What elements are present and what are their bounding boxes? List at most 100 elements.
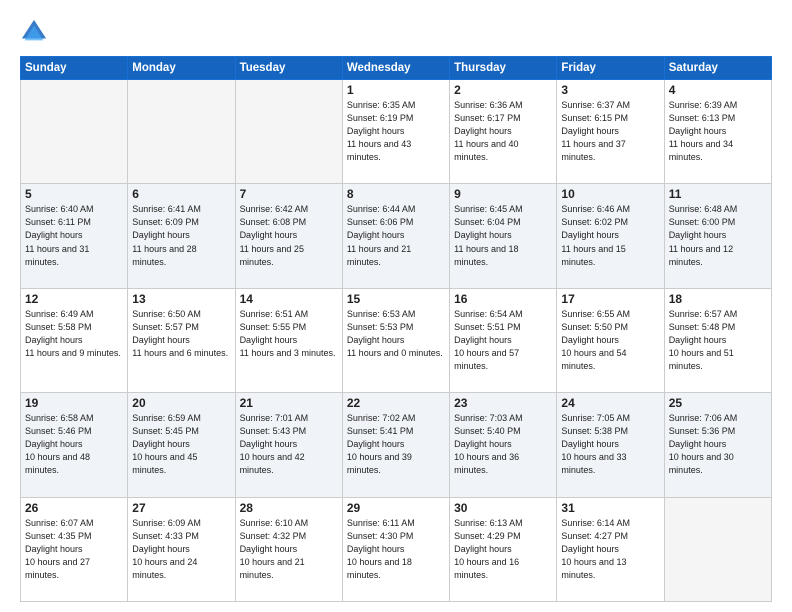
- day-info: Sunrise: 6:57 AM Sunset: 5:48 PM Dayligh…: [669, 308, 767, 373]
- col-friday: Friday: [557, 57, 664, 80]
- table-row: 13 Sunrise: 6:50 AM Sunset: 5:57 PM Dayl…: [128, 288, 235, 392]
- day-info: Sunrise: 6:39 AM Sunset: 6:13 PM Dayligh…: [669, 99, 767, 164]
- day-number: 21: [240, 396, 338, 410]
- day-info: Sunrise: 6:50 AM Sunset: 5:57 PM Dayligh…: [132, 308, 230, 360]
- day-number: 24: [561, 396, 659, 410]
- table-row: 31 Sunrise: 6:14 AM Sunset: 4:27 PM Dayl…: [557, 497, 664, 601]
- col-monday: Monday: [128, 57, 235, 80]
- day-info: Sunrise: 6:59 AM Sunset: 5:45 PM Dayligh…: [132, 412, 230, 477]
- day-info: Sunrise: 6:45 AM Sunset: 6:04 PM Dayligh…: [454, 203, 552, 268]
- table-row: 15 Sunrise: 6:53 AM Sunset: 5:53 PM Dayl…: [342, 288, 449, 392]
- day-number: 29: [347, 501, 445, 515]
- table-row: [128, 80, 235, 184]
- day-number: 4: [669, 83, 767, 97]
- col-wednesday: Wednesday: [342, 57, 449, 80]
- day-info: Sunrise: 6:07 AM Sunset: 4:35 PM Dayligh…: [25, 517, 123, 582]
- table-row: 17 Sunrise: 6:55 AM Sunset: 5:50 PM Dayl…: [557, 288, 664, 392]
- day-number: 28: [240, 501, 338, 515]
- calendar-table: Sunday Monday Tuesday Wednesday Thursday…: [20, 56, 772, 602]
- col-tuesday: Tuesday: [235, 57, 342, 80]
- day-info: Sunrise: 6:37 AM Sunset: 6:15 PM Dayligh…: [561, 99, 659, 164]
- table-row: 11 Sunrise: 6:48 AM Sunset: 6:00 PM Dayl…: [664, 184, 771, 288]
- col-sunday: Sunday: [21, 57, 128, 80]
- day-number: 23: [454, 396, 552, 410]
- day-number: 3: [561, 83, 659, 97]
- table-row: 6 Sunrise: 6:41 AM Sunset: 6:09 PM Dayli…: [128, 184, 235, 288]
- table-row: 18 Sunrise: 6:57 AM Sunset: 5:48 PM Dayl…: [664, 288, 771, 392]
- day-info: Sunrise: 7:06 AM Sunset: 5:36 PM Dayligh…: [669, 412, 767, 477]
- table-row: 27 Sunrise: 6:09 AM Sunset: 4:33 PM Dayl…: [128, 497, 235, 601]
- day-info: Sunrise: 6:10 AM Sunset: 4:32 PM Dayligh…: [240, 517, 338, 582]
- calendar-week-row: 19 Sunrise: 6:58 AM Sunset: 5:46 PM Dayl…: [21, 393, 772, 497]
- calendar-week-row: 26 Sunrise: 6:07 AM Sunset: 4:35 PM Dayl…: [21, 497, 772, 601]
- day-number: 31: [561, 501, 659, 515]
- col-thursday: Thursday: [450, 57, 557, 80]
- table-row: 7 Sunrise: 6:42 AM Sunset: 6:08 PM Dayli…: [235, 184, 342, 288]
- logo: [20, 18, 52, 46]
- day-number: 6: [132, 187, 230, 201]
- table-row: 16 Sunrise: 6:54 AM Sunset: 5:51 PM Dayl…: [450, 288, 557, 392]
- table-row: 21 Sunrise: 7:01 AM Sunset: 5:43 PM Dayl…: [235, 393, 342, 497]
- logo-icon: [20, 18, 48, 46]
- table-row: [21, 80, 128, 184]
- day-info: Sunrise: 6:53 AM Sunset: 5:53 PM Dayligh…: [347, 308, 445, 360]
- day-number: 17: [561, 292, 659, 306]
- day-number: 16: [454, 292, 552, 306]
- day-info: Sunrise: 7:02 AM Sunset: 5:41 PM Dayligh…: [347, 412, 445, 477]
- day-number: 1: [347, 83, 445, 97]
- day-number: 8: [347, 187, 445, 201]
- col-saturday: Saturday: [664, 57, 771, 80]
- day-number: 25: [669, 396, 767, 410]
- table-row: 10 Sunrise: 6:46 AM Sunset: 6:02 PM Dayl…: [557, 184, 664, 288]
- day-info: Sunrise: 6:35 AM Sunset: 6:19 PM Dayligh…: [347, 99, 445, 164]
- day-info: Sunrise: 6:51 AM Sunset: 5:55 PM Dayligh…: [240, 308, 338, 360]
- day-info: Sunrise: 6:54 AM Sunset: 5:51 PM Dayligh…: [454, 308, 552, 373]
- table-row: 19 Sunrise: 6:58 AM Sunset: 5:46 PM Dayl…: [21, 393, 128, 497]
- table-row: 12 Sunrise: 6:49 AM Sunset: 5:58 PM Dayl…: [21, 288, 128, 392]
- table-row: 25 Sunrise: 7:06 AM Sunset: 5:36 PM Dayl…: [664, 393, 771, 497]
- day-number: 10: [561, 187, 659, 201]
- day-info: Sunrise: 6:44 AM Sunset: 6:06 PM Dayligh…: [347, 203, 445, 268]
- table-row: [664, 497, 771, 601]
- day-number: 15: [347, 292, 445, 306]
- day-info: Sunrise: 6:11 AM Sunset: 4:30 PM Dayligh…: [347, 517, 445, 582]
- table-row: 9 Sunrise: 6:45 AM Sunset: 6:04 PM Dayli…: [450, 184, 557, 288]
- day-info: Sunrise: 6:41 AM Sunset: 6:09 PM Dayligh…: [132, 203, 230, 268]
- table-row: 22 Sunrise: 7:02 AM Sunset: 5:41 PM Dayl…: [342, 393, 449, 497]
- table-row: 24 Sunrise: 7:05 AM Sunset: 5:38 PM Dayl…: [557, 393, 664, 497]
- day-number: 19: [25, 396, 123, 410]
- day-number: 22: [347, 396, 445, 410]
- table-row: 30 Sunrise: 6:13 AM Sunset: 4:29 PM Dayl…: [450, 497, 557, 601]
- page: Sunday Monday Tuesday Wednesday Thursday…: [0, 0, 792, 612]
- day-number: 9: [454, 187, 552, 201]
- day-info: Sunrise: 6:49 AM Sunset: 5:58 PM Dayligh…: [25, 308, 123, 360]
- day-number: 27: [132, 501, 230, 515]
- table-row: 23 Sunrise: 7:03 AM Sunset: 5:40 PM Dayl…: [450, 393, 557, 497]
- table-row: 4 Sunrise: 6:39 AM Sunset: 6:13 PM Dayli…: [664, 80, 771, 184]
- table-row: 2 Sunrise: 6:36 AM Sunset: 6:17 PM Dayli…: [450, 80, 557, 184]
- table-row: 26 Sunrise: 6:07 AM Sunset: 4:35 PM Dayl…: [21, 497, 128, 601]
- day-number: 30: [454, 501, 552, 515]
- calendar-header-row: Sunday Monday Tuesday Wednesday Thursday…: [21, 57, 772, 80]
- day-number: 5: [25, 187, 123, 201]
- day-number: 20: [132, 396, 230, 410]
- calendar-week-row: 5 Sunrise: 6:40 AM Sunset: 6:11 PM Dayli…: [21, 184, 772, 288]
- day-number: 11: [669, 187, 767, 201]
- table-row: 28 Sunrise: 6:10 AM Sunset: 4:32 PM Dayl…: [235, 497, 342, 601]
- table-row: 3 Sunrise: 6:37 AM Sunset: 6:15 PM Dayli…: [557, 80, 664, 184]
- day-info: Sunrise: 6:46 AM Sunset: 6:02 PM Dayligh…: [561, 203, 659, 268]
- day-info: Sunrise: 6:13 AM Sunset: 4:29 PM Dayligh…: [454, 517, 552, 582]
- day-number: 26: [25, 501, 123, 515]
- day-info: Sunrise: 7:01 AM Sunset: 5:43 PM Dayligh…: [240, 412, 338, 477]
- day-number: 12: [25, 292, 123, 306]
- day-number: 18: [669, 292, 767, 306]
- day-number: 14: [240, 292, 338, 306]
- table-row: 5 Sunrise: 6:40 AM Sunset: 6:11 PM Dayli…: [21, 184, 128, 288]
- day-info: Sunrise: 6:55 AM Sunset: 5:50 PM Dayligh…: [561, 308, 659, 373]
- calendar-week-row: 12 Sunrise: 6:49 AM Sunset: 5:58 PM Dayl…: [21, 288, 772, 392]
- day-info: Sunrise: 6:48 AM Sunset: 6:00 PM Dayligh…: [669, 203, 767, 268]
- day-info: Sunrise: 7:05 AM Sunset: 5:38 PM Dayligh…: [561, 412, 659, 477]
- day-info: Sunrise: 6:40 AM Sunset: 6:11 PM Dayligh…: [25, 203, 123, 268]
- calendar-week-row: 1 Sunrise: 6:35 AM Sunset: 6:19 PM Dayli…: [21, 80, 772, 184]
- day-info: Sunrise: 6:36 AM Sunset: 6:17 PM Dayligh…: [454, 99, 552, 164]
